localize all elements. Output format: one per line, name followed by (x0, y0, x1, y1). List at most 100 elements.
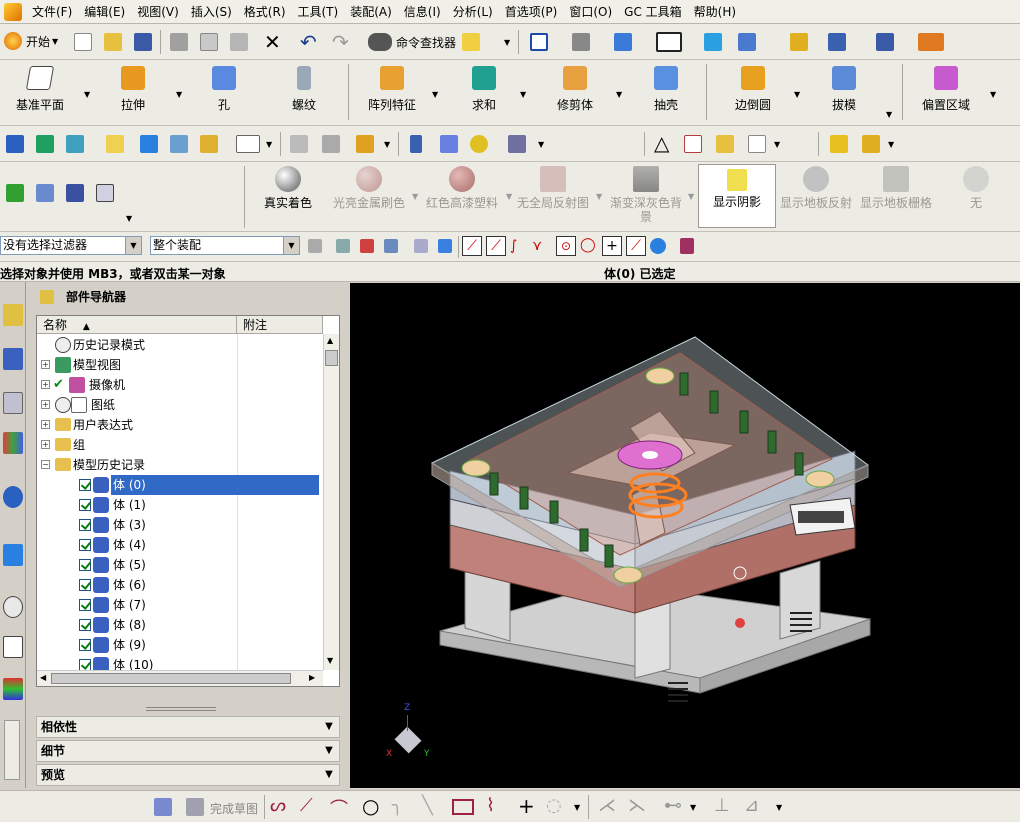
tree-node-cameras[interactable]: + ✔ 摄像机 (37, 375, 323, 395)
expand-icon[interactable]: + (41, 380, 50, 389)
visibility-checkbox[interactable] (79, 639, 91, 651)
point-on-surface-icon[interactable] (650, 238, 666, 254)
chevron-down-icon[interactable]: ▼ (886, 110, 892, 119)
selection-scope-dropdown[interactable]: 整个装配 ▼ (150, 236, 300, 255)
cubes-icon[interactable] (830, 135, 848, 153)
finish-sketch-icon[interactable] (186, 798, 204, 816)
chevron-down-icon[interactable]: ▼ (574, 803, 580, 812)
tree-node-body[interactable]: 体 (1) (37, 495, 323, 515)
undo-icon[interactable]: ↶ (300, 30, 317, 54)
quadrant-icon[interactable]: ◯ (580, 237, 596, 253)
mold-model[interactable] (350, 283, 1020, 788)
table-icon[interactable] (66, 184, 84, 202)
graphics-window[interactable]: Z X Y (350, 283, 1020, 788)
auto-constraint-icon[interactable]: ⊿ (744, 795, 759, 816)
tree-node-body[interactable]: 体 (4) (37, 535, 323, 555)
splitter-handle[interactable] (146, 707, 216, 711)
feature-edit-icon[interactable] (200, 135, 218, 153)
endpoint-icon[interactable]: ⟋ (462, 236, 482, 256)
snap-icon[interactable] (336, 239, 350, 253)
menu-format[interactable]: 格式(R) (238, 3, 292, 20)
paste-icon[interactable] (230, 33, 248, 51)
cut-icon[interactable] (170, 33, 188, 51)
no-entry-icon[interactable] (508, 135, 526, 153)
chevron-down-icon[interactable]: ▼ (412, 192, 418, 201)
tree-node-groups[interactable]: + 组 (37, 435, 323, 455)
select-component-icon[interactable] (438, 239, 452, 253)
check-icon[interactable] (6, 184, 24, 202)
select-point-icon[interactable] (360, 239, 374, 253)
type-filter-dropdown[interactable]: 没有选择过滤器 ▼ (0, 236, 142, 255)
none-button[interactable]: 无 (956, 162, 996, 228)
point-icon[interactable]: + (518, 794, 535, 818)
tree-vertical-scrollbar[interactable]: ▲ ▼ (323, 334, 339, 670)
studio-spline-icon[interactable]: ◌ (546, 795, 562, 816)
render-style-icon[interactable] (614, 33, 632, 51)
expand-icon[interactable]: + (41, 420, 50, 429)
group-icon[interactable] (748, 135, 766, 153)
chevron-down-icon[interactable]: ▼ (596, 192, 602, 201)
hole-button[interactable]: 孔 (206, 60, 242, 118)
profile-icon[interactable]: ᔕ (270, 795, 286, 816)
chevron-down-icon[interactable]: ▼ (432, 90, 438, 99)
system-materials-tab-icon[interactable] (3, 636, 23, 658)
cylinder-icon[interactable] (410, 135, 422, 153)
offset-curve-icon[interactable]: ⋌ (598, 795, 616, 816)
chevron-down-icon[interactable]: ▼ (990, 90, 996, 99)
menu-view[interactable]: 视图(V) (131, 3, 185, 20)
show-shadow-button[interactable]: 显示阴影 (698, 164, 776, 228)
wizard-icon[interactable] (462, 33, 480, 51)
hammer-icon[interactable] (170, 135, 188, 153)
scroll-thumb[interactable] (325, 350, 338, 366)
expand-icon[interactable]: + (41, 360, 50, 369)
chevron-down-icon[interactable]: ▼ (888, 140, 894, 149)
layer-settings-icon[interactable] (66, 135, 84, 153)
finish-sketch-label[interactable]: 完成草图 (210, 800, 258, 817)
copy-icon[interactable] (200, 33, 218, 51)
calendar-icon[interactable] (684, 135, 702, 153)
menu-tools[interactable]: 工具(T) (292, 3, 345, 20)
intersection-icon[interactable]: ⋎ (532, 238, 542, 254)
visibility-checkbox[interactable] (79, 599, 91, 611)
chevron-down-icon[interactable]: ▼ (176, 90, 182, 99)
dependencies-panel[interactable]: 相依性 ▼ (36, 716, 340, 738)
menu-information[interactable]: 信息(I) (398, 3, 447, 20)
sketch-icon[interactable] (154, 798, 172, 816)
no-reflection-button[interactable]: 无全局反射图 (514, 162, 592, 228)
details-panel[interactable]: 细节 ▼ (36, 740, 340, 762)
ruler-icon[interactable] (918, 33, 944, 51)
move-component-icon[interactable] (704, 33, 722, 51)
wizard-analysis-icon[interactable] (790, 33, 808, 51)
bounded-grid-icon[interactable] (680, 238, 694, 254)
menu-help[interactable]: 帮助(H) (688, 3, 742, 20)
point-on-curve-icon[interactable]: ⟋ (626, 236, 646, 256)
control-point-icon[interactable]: ∫ (510, 238, 517, 254)
info-tab-icon[interactable] (3, 486, 23, 508)
menu-edit[interactable]: 编辑(E) (78, 3, 131, 20)
polygon-icon[interactable]: ⌇ (486, 795, 495, 816)
preview-panel[interactable]: 预览 ▼ (36, 764, 340, 786)
mirror-curve-icon[interactable]: ⋋ (628, 795, 646, 816)
rectangle-icon[interactable] (452, 799, 474, 815)
pattern-feature-button[interactable]: 阵列特征 (362, 60, 422, 118)
open-folder-icon[interactable] (104, 33, 122, 51)
chevron-down-icon[interactable]: ▼ (776, 803, 782, 812)
menu-gc-toolbox[interactable]: GC 工具箱 (618, 3, 688, 20)
chevron-down-icon[interactable]: ▼ (616, 90, 622, 99)
draft-button[interactable]: 拔模 (826, 60, 862, 118)
visibility-checkbox[interactable] (79, 519, 91, 531)
bearing-icon[interactable] (470, 135, 488, 153)
tree-node-body[interactable]: 体 (3) (37, 515, 323, 535)
collapse-icon[interactable]: − (41, 460, 50, 469)
check-sheet-icon[interactable] (36, 184, 54, 202)
midpoint-icon[interactable]: ⟋ (486, 236, 506, 256)
menu-window[interactable]: 窗口(O) (563, 3, 618, 20)
constraint-icon[interactable]: ⊥ (714, 795, 730, 816)
edit-object-icon[interactable] (106, 135, 124, 153)
surface-icon[interactable] (322, 135, 340, 153)
wcs-icon[interactable] (140, 135, 158, 153)
unite-button[interactable]: 求和 (466, 60, 502, 118)
constraint-navigator-tab-icon[interactable] (3, 348, 23, 370)
visibility-checkbox[interactable] (79, 479, 91, 491)
assembly-constraint-icon[interactable] (738, 33, 756, 51)
